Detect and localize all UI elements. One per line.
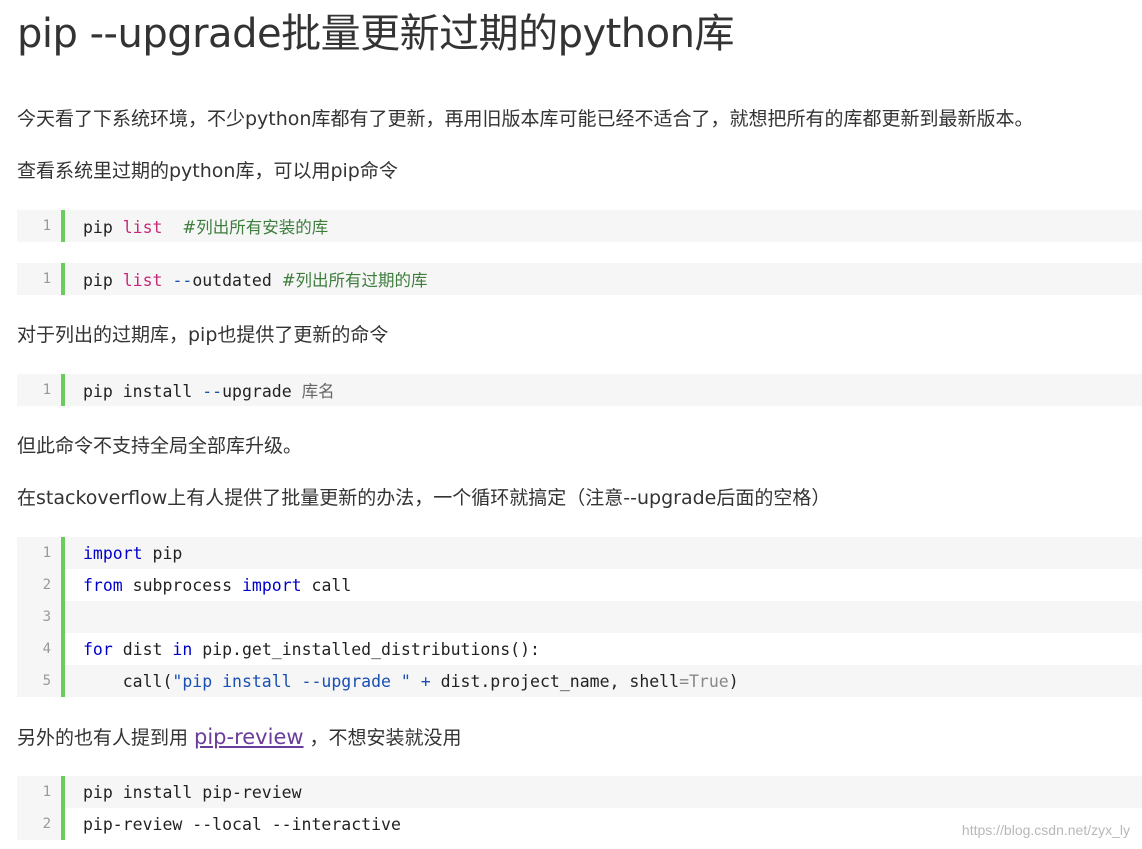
paragraph-intro: 今天看了下系统环境，不少python库都有了更新，再用旧版本库可能已经不适合了，…	[17, 108, 1034, 130]
paragraph-text: 另外的也有人提到用	[17, 727, 189, 749]
code-line: 1 pip list --outdated #列出所有过期的库	[17, 263, 1142, 295]
line-number: 1	[17, 374, 65, 406]
paragraph-check-outdated: 查看系统里过期的python库，可以用pip命令	[17, 160, 398, 182]
line-number: 5	[17, 665, 65, 697]
code-line: 1 pip list #列出所有安装的库	[17, 210, 1142, 242]
code-text: call("pip install --upgrade " + dist.pro…	[83, 671, 739, 691]
pip-review-link[interactable]: pip-review	[188, 725, 310, 749]
code-line: 1 pip install pip-review	[17, 776, 1142, 808]
watermark: https://blog.csdn.net/zyx_ly	[961, 822, 1130, 838]
line-number: 1	[17, 210, 65, 242]
code-text: pip install --upgrade 库名	[83, 382, 335, 401]
line-number: 3	[17, 601, 65, 633]
code-text: from subprocess import call	[83, 575, 352, 595]
code-line: 3	[17, 601, 1142, 633]
paragraph-text: ，不想安装就没用	[309, 727, 462, 749]
code-block-loop: 1 import pip 2 from subprocess import ca…	[17, 537, 1142, 697]
code-line: 4 for dist in pip.get_installed_distribu…	[17, 633, 1142, 665]
code-text: for dist in pip.get_installed_distributi…	[83, 639, 540, 659]
line-number: 1	[17, 537, 65, 569]
paragraph-pip-review: 另外的也有人提到用 pip-review ，不想安装就没用	[17, 724, 462, 751]
line-number: 4	[17, 633, 65, 665]
line-number: 2	[17, 569, 65, 601]
code-text: pip list --outdated #列出所有过期的库	[83, 271, 428, 290]
code-line: 2 from subprocess import call	[17, 569, 1142, 601]
code-text: pip install pip-review	[83, 782, 302, 802]
code-line: 1 pip install --upgrade 库名	[17, 374, 1142, 406]
line-number: 2	[17, 808, 65, 840]
code-block-install-upgrade: 1 pip install --upgrade 库名	[17, 374, 1142, 406]
code-block-list: 1 pip list #列出所有安装的库	[17, 210, 1142, 242]
code-line: 1 import pip	[17, 537, 1142, 569]
paragraph-no-global: 但此命令不支持全局全部库升级。	[17, 435, 303, 457]
code-block-list-outdated: 1 pip list --outdated #列出所有过期的库	[17, 263, 1142, 295]
code-text: pip-review --local --interactive	[83, 814, 401, 834]
paragraph-stackoverflow: 在stackoverflow上有人提供了批量更新的办法，一个循环就搞定（注意--…	[17, 487, 831, 509]
code-text: pip list #列出所有安装的库	[83, 218, 329, 237]
page-title: pip --upgrade批量更新过期的python库	[17, 11, 735, 57]
line-number: 1	[17, 776, 65, 808]
paragraph-upgrade-command: 对于列出的过期库，pip也提供了更新的命令	[17, 324, 389, 346]
code-line: 5 call("pip install --upgrade " + dist.p…	[17, 665, 1142, 697]
line-number: 1	[17, 263, 65, 295]
code-text: import pip	[83, 543, 183, 563]
